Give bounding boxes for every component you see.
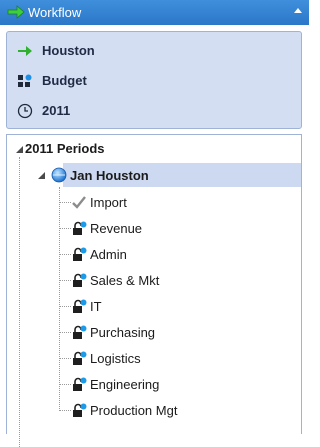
pov-panel: Houston Budget 2011 [6,31,302,129]
workflow-tree: 2011 Periods Jan Houston Import Revenue [6,134,302,447]
lock-icon [73,325,87,339]
header-title: Workflow [28,5,82,20]
checkmark-icon [72,196,86,209]
collapse-triangle-icon[interactable] [15,145,25,155]
lock-icon [73,299,87,313]
tree-item-admin[interactable]: Admin [90,247,127,262]
tree-item-sales-mkt[interactable]: Sales & Mkt [90,273,159,288]
tree-item-production-mgt[interactable]: Production Mgt [90,403,177,418]
tree-item-import[interactable]: Import [90,195,127,210]
pov-entity-row[interactable]: Houston [7,39,301,63]
lock-icon [73,221,87,235]
tree-node-jan-houston-label: Jan Houston [70,168,149,183]
pov-time-label: 2011 [42,103,71,118]
workflow-header[interactable]: Workflow [0,0,309,25]
lock-icon [73,403,87,417]
pov-scenario-row[interactable]: Budget [7,69,301,93]
tree-root-label[interactable]: 2011 Periods [25,141,105,156]
tree-item-logistics[interactable]: Logistics [90,351,141,366]
tree-item-purchasing[interactable]: Purchasing [90,325,155,340]
pov-time-row[interactable]: 2011 [7,99,301,123]
blue-globe-icon [51,167,67,183]
lock-icon [73,273,87,287]
scenario-blocks-icon [18,74,32,87]
tree-item-it[interactable]: IT [90,299,102,314]
green-arrow-icon [18,46,32,56]
tree-item-engineering[interactable]: Engineering [90,377,159,392]
collapse-triangle-icon[interactable] [37,171,47,181]
lock-icon [73,377,87,391]
lock-icon [73,247,87,261]
green-arrow-icon [7,5,25,19]
pov-scenario-label: Budget [42,73,87,88]
lock-icon [73,351,87,365]
chevron-up-icon[interactable] [293,6,303,16]
clock-icon [17,103,33,119]
pov-entity-label: Houston [42,43,95,58]
tree-item-revenue[interactable]: Revenue [90,221,142,236]
